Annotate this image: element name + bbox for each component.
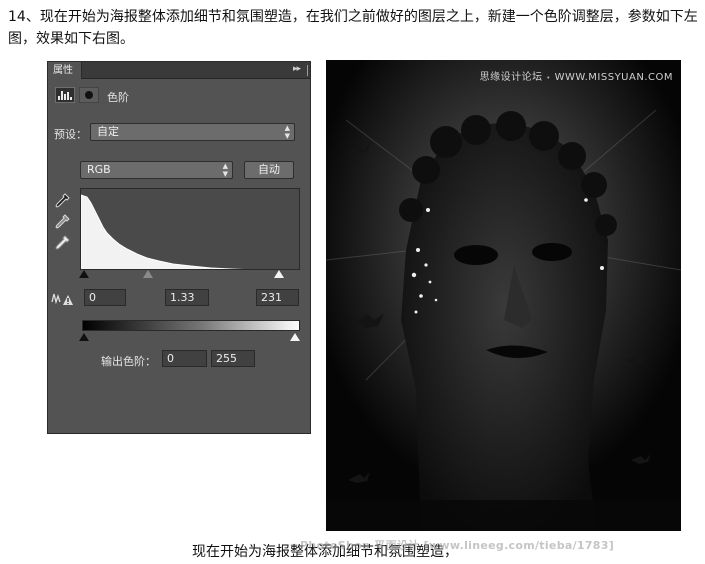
panel-titlebar: 属性 ▸▸ <box>48 62 310 79</box>
output-black-field[interactable]: 0 <box>162 350 207 367</box>
panel-divider <box>307 65 308 76</box>
input-black-field[interactable]: 0 <box>84 289 126 306</box>
input-white-field[interactable]: 231 <box>256 289 299 306</box>
output-white-handle[interactable] <box>290 333 300 341</box>
properties-panel: 属性 ▸▸ 色阶 预设： 自定 ▲ ▼ RGB ▲ ▼ 自动 0 1.33 23… <box>47 61 311 434</box>
levels-adjustment-icon[interactable] <box>55 87 75 103</box>
watermark-separator: • <box>546 74 551 82</box>
preset-label: 预设： <box>54 128 87 141</box>
output-levels-slider[interactable] <box>79 332 300 342</box>
artwork-image <box>326 60 681 531</box>
channel-select[interactable]: RGB ▲ ▼ <box>80 161 233 179</box>
input-black-handle[interactable] <box>79 270 89 278</box>
output-levels-label: 输出色阶： <box>101 355 156 368</box>
artwork-watermark: 思缘设计论坛 • WWW.MISSYUAN.COM <box>480 68 673 83</box>
panel-menu-icon[interactable]: ▸▸ <box>293 64 301 74</box>
intro-paragraph: 14、现在开始为海报整体添加细节和氛围塑造，在我们之前做好的图层之上，新建一个色… <box>8 9 698 47</box>
output-black-handle[interactable] <box>79 333 89 341</box>
mask-dot <box>85 91 93 99</box>
auto-button[interactable]: 自动 <box>244 161 294 179</box>
eyedropper-gray-icon[interactable] <box>54 214 70 230</box>
adjustment-title: 色阶 <box>107 91 129 104</box>
clipping-warning-icon[interactable] <box>51 290 73 306</box>
select-arrows-icon: ▲ ▼ <box>222 162 228 178</box>
caption-watermark: PhotoShop 平面设计 [www.lineeg.com/tieba/178… <box>300 539 615 552</box>
histogram <box>80 188 300 270</box>
preset-value: 自定 <box>97 125 119 138</box>
result-artwork: 思缘设计论坛 • WWW.MISSYUAN.COM <box>326 60 681 531</box>
channel-value: RGB <box>87 163 111 176</box>
input-gamma-field[interactable]: 1.33 <box>165 289 209 306</box>
eyedropper-black-icon[interactable] <box>54 193 70 209</box>
layer-mask-icon[interactable] <box>79 87 99 103</box>
input-white-handle[interactable] <box>274 270 285 278</box>
input-gamma-handle[interactable] <box>142 270 153 278</box>
select-arrows-icon: ▲ ▼ <box>284 124 290 140</box>
histogram-graph <box>81 194 244 269</box>
tab-properties[interactable]: 属性 <box>48 62 82 79</box>
input-levels-slider[interactable] <box>79 269 300 279</box>
watermark-left: 思缘设计论坛 <box>479 72 543 83</box>
output-white-field[interactable]: 255 <box>211 350 255 367</box>
eyedropper-white-icon[interactable] <box>54 235 70 251</box>
levels-mini-graph <box>58 91 72 100</box>
preset-select[interactable]: 自定 ▲ ▼ <box>90 123 295 141</box>
output-gradient <box>82 320 300 331</box>
watermark-right: WWW.MISSYUAN.COM <box>554 72 673 83</box>
